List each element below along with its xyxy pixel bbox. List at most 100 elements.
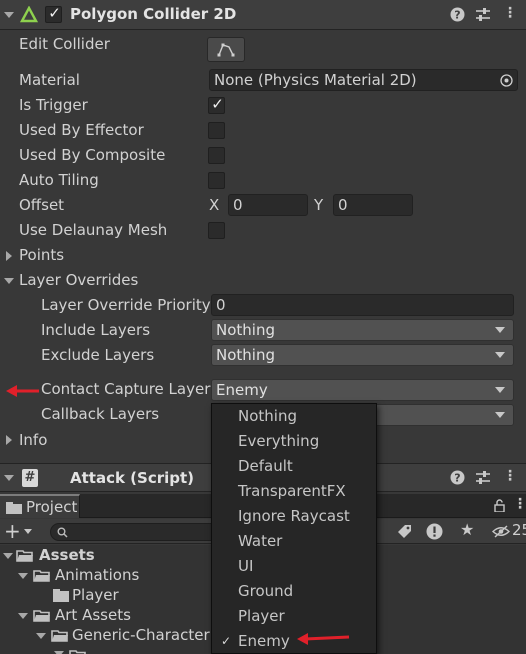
- hash-icon: #: [22, 469, 38, 487]
- contact-capture-layers-label: Contact Capture Layers: [41, 380, 219, 398]
- menu-item-label: Default: [238, 457, 293, 475]
- folder-open-icon: [33, 610, 50, 622]
- material-value: None (Physics Material 2D): [214, 71, 417, 89]
- menu-item-label: Ground: [238, 582, 294, 600]
- layer-overrides-label[interactable]: Layer Overrides: [19, 271, 138, 289]
- offset-x-field[interactable]: 0: [228, 194, 308, 216]
- folder-icon: [6, 502, 22, 514]
- menu-item-water[interactable]: Water: [212, 529, 376, 554]
- polygon-collider-icon: [20, 6, 38, 23]
- svg-text:?: ?: [454, 9, 460, 22]
- tree-item-player[interactable]: Player: [72, 586, 119, 604]
- menu-item-ui[interactable]: UI: [212, 554, 376, 579]
- preset-icon[interactable]: [475, 470, 491, 485]
- contact-capture-layers-dropdown[interactable]: Enemy: [211, 379, 514, 401]
- callback-layers-label: Callback Layers: [41, 405, 160, 423]
- more-options-icon[interactable]: ⋮: [503, 5, 517, 21]
- edit-collider-label: Edit Collider: [19, 35, 110, 53]
- menu-item-nothing[interactable]: Nothing: [212, 404, 376, 429]
- menu-item-label: TransparentFX: [238, 482, 346, 500]
- dropdown-arrow-icon: [495, 352, 505, 358]
- foldout-icon[interactable]: [3, 553, 13, 559]
- layer-overrides-foldout-icon[interactable]: [4, 278, 14, 284]
- project-tab-label: Project: [26, 498, 78, 516]
- is-trigger-checkbox[interactable]: ✓: [208, 95, 225, 114]
- menu-item-transparentfx[interactable]: TransparentFX: [212, 479, 376, 504]
- dropdown-arrow-icon: [495, 327, 505, 333]
- favorite-star-icon[interactable]: ★: [460, 520, 474, 539]
- foldout-icon[interactable]: [36, 633, 46, 639]
- info-label[interactable]: Info: [19, 431, 47, 449]
- info-foldout-icon[interactable]: [6, 435, 12, 445]
- foldout-icon[interactable]: [4, 475, 14, 481]
- offset-x-label: X: [209, 196, 220, 214]
- folder-open-icon: [51, 630, 68, 642]
- component-header-polygon-collider[interactable]: ✓ Polygon Collider 2D ? ⋮: [0, 0, 526, 30]
- add-button[interactable]: +: [4, 519, 21, 543]
- used-by-composite-checkbox[interactable]: [208, 147, 225, 164]
- use-delaunay-checkbox[interactable]: [208, 222, 225, 239]
- auto-tiling-label: Auto Tiling: [19, 171, 99, 189]
- menu-item-label: Water: [238, 532, 283, 550]
- tree-item-assets[interactable]: Assets: [39, 546, 95, 564]
- warning-filter-icon[interactable]: [426, 523, 443, 540]
- component-title: Polygon Collider 2D: [70, 5, 237, 23]
- tree-item-generic-character[interactable]: Generic-Character: [72, 626, 210, 644]
- layer-mask-dropdown-menu: Nothing Everything Default TransparentFX…: [211, 403, 377, 654]
- help-icon[interactable]: ?: [450, 470, 465, 485]
- offset-y-value: 0: [338, 196, 348, 214]
- tree-item-animations[interactable]: Animations: [55, 566, 139, 584]
- menu-item-ground[interactable]: Ground: [212, 579, 376, 604]
- foldout-icon[interactable]: [18, 573, 28, 579]
- menu-item-everything[interactable]: Everything: [212, 429, 376, 454]
- folder-open-icon: [16, 550, 33, 562]
- tag-icon[interactable]: [397, 524, 412, 539]
- foldout-icon[interactable]: [4, 12, 14, 18]
- object-picker-icon[interactable]: [500, 74, 513, 87]
- used-by-effector-checkbox[interactable]: [208, 122, 225, 139]
- component-enabled-checkbox[interactable]: ✓: [45, 4, 62, 23]
- annotation-arrow-icon: [297, 633, 350, 645]
- menu-item-ignore-raycast[interactable]: Ignore Raycast: [212, 504, 376, 529]
- add-dropdown-arrow-icon[interactable]: [24, 529, 32, 534]
- use-delaunay-label: Use Delaunay Mesh: [19, 221, 168, 239]
- preset-icon[interactable]: [475, 7, 491, 22]
- offset-x-value: 0: [233, 196, 243, 214]
- menu-item-player[interactable]: Player: [212, 604, 376, 629]
- auto-tiling-checkbox[interactable]: [208, 172, 225, 189]
- contact-capture-layers-value: Enemy: [216, 381, 268, 399]
- lock-icon[interactable]: [494, 499, 505, 512]
- dropdown-arrow-icon: [495, 412, 505, 418]
- checkmark-icon: ✓: [211, 95, 224, 113]
- include-layers-dropdown[interactable]: Nothing: [211, 319, 514, 341]
- layer-override-priority-field[interactable]: 0: [211, 294, 514, 316]
- more-options-icon[interactable]: ⋮: [503, 468, 517, 484]
- material-field[interactable]: None (Physics Material 2D): [209, 69, 518, 91]
- more-options-icon[interactable]: ⋮: [513, 496, 526, 512]
- help-icon[interactable]: ?: [450, 7, 465, 22]
- menu-item-label: Player: [238, 607, 285, 625]
- folder-open-icon: [33, 570, 50, 582]
- offset-y-label: Y: [314, 196, 324, 214]
- points-label[interactable]: Points: [19, 246, 64, 264]
- menu-item-enemy[interactable]: ✓ Enemy: [212, 629, 376, 654]
- foldout-icon[interactable]: [18, 613, 28, 619]
- tree-item-art-assets[interactable]: Art Assets: [55, 606, 131, 624]
- checkmark-icon: ✓: [48, 4, 61, 22]
- offset-y-field[interactable]: 0: [333, 194, 413, 216]
- is-trigger-label: Is Trigger: [19, 96, 88, 114]
- hidden-packages-eye-icon[interactable]: [492, 525, 510, 538]
- annotation-arrow-icon: [6, 385, 39, 397]
- offset-label: Offset: [19, 196, 65, 214]
- project-tab[interactable]: Project: [0, 494, 80, 518]
- menu-item-label: UI: [238, 557, 254, 575]
- hidden-packages-count: 25: [512, 521, 526, 539]
- edit-collider-button[interactable]: [207, 37, 245, 62]
- points-foldout-icon[interactable]: [6, 251, 12, 261]
- exclude-layers-dropdown[interactable]: Nothing: [211, 344, 514, 366]
- exclude-layers-label: Exclude Layers: [41, 346, 155, 364]
- menu-item-default[interactable]: Default: [212, 454, 376, 479]
- menu-item-label: Everything: [238, 432, 320, 450]
- menu-item-label: Enemy: [238, 632, 290, 650]
- dropdown-arrow-icon: [495, 387, 505, 393]
